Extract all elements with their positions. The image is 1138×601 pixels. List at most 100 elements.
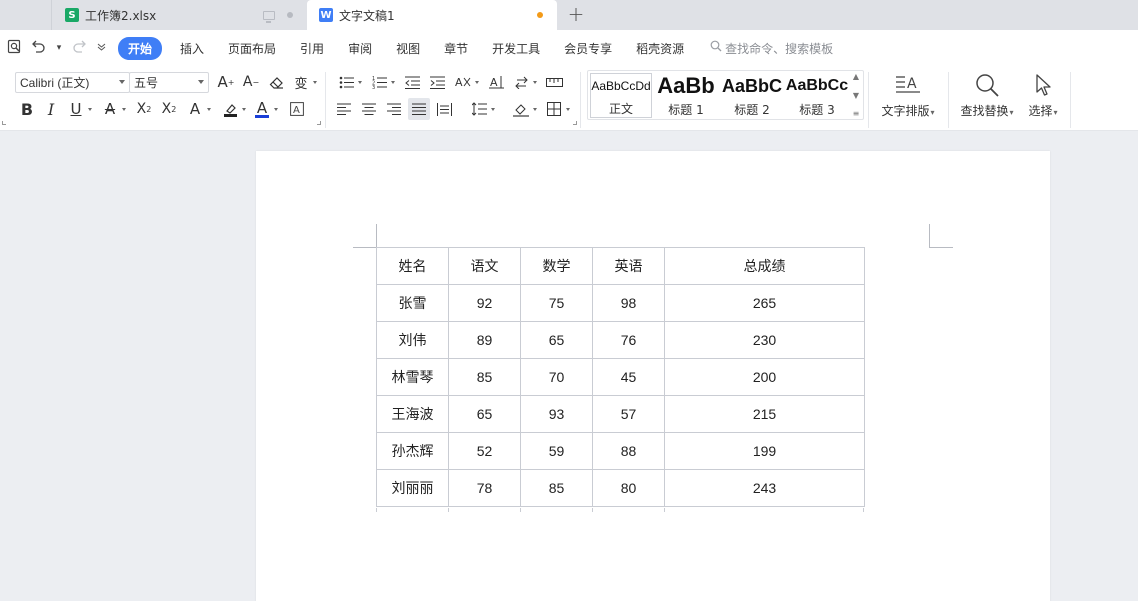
table-cell[interactable]: 刘伟 — [376, 321, 449, 359]
menu-review[interactable]: 审阅 — [348, 40, 372, 57]
header-cell-name[interactable]: 姓名 — [376, 247, 449, 285]
font-group-launcher-icon[interactable] — [317, 121, 321, 125]
style-normal[interactable]: AaBbCcDd 正文 — [590, 73, 652, 118]
menu-home[interactable]: 开始 — [118, 36, 163, 60]
align-right-icon[interactable] — [383, 98, 405, 120]
decrease-indent-icon[interactable] — [401, 71, 423, 93]
strikethrough-icon[interactable]: A — [99, 98, 126, 120]
italic-icon[interactable]: I — [40, 98, 62, 120]
numbered-list-icon[interactable]: 123 — [368, 71, 395, 93]
table-cell[interactable]: 65 — [448, 395, 521, 433]
clear-formatting-icon[interactable] — [265, 71, 287, 93]
increase-font-size-icon[interactable]: A + — [215, 71, 237, 93]
line-spacing-icon[interactable] — [468, 98, 495, 120]
font-name-select[interactable]: Calibri (正文) — [15, 72, 130, 93]
new-tab-button[interactable]: + — [566, 4, 586, 25]
font-size-select[interactable]: 五号 — [129, 72, 209, 93]
style-heading-2[interactable]: AaBbC 标题 2 — [720, 73, 784, 118]
document-canvas[interactable]: 姓名 语文 数学 英语 总成绩 张雪 92 75 98 265 刘伟 89 65 — [0, 131, 1138, 601]
table-cell[interactable]: 59 — [520, 432, 593, 470]
menu-insert[interactable]: 插入 — [180, 40, 204, 57]
tab-workbook[interactable]: S 工作簿2.xlsx — [52, 0, 307, 30]
menu-section[interactable]: 章节 — [444, 40, 468, 57]
undo-icon[interactable] — [28, 39, 48, 57]
table-cell[interactable]: 200 — [664, 358, 865, 396]
menu-resources[interactable]: 稻壳资源 — [636, 40, 684, 57]
table-cell[interactable]: 57 — [592, 395, 665, 433]
table-cell[interactable]: 230 — [664, 321, 865, 359]
table-cell[interactable]: 93 — [520, 395, 593, 433]
redo-icon[interactable] — [70, 39, 90, 57]
text-direction-icon[interactable]: A — [485, 71, 507, 93]
select-button[interactable]: 选择▾ — [1023, 70, 1063, 124]
bold-icon[interactable]: B — [16, 98, 38, 120]
table-cell[interactable]: 243 — [664, 469, 865, 507]
table-cell[interactable]: 刘丽丽 — [376, 469, 449, 507]
table-cell[interactable]: 王海波 — [376, 395, 449, 433]
highlight-color-icon[interactable] — [219, 98, 246, 120]
table-cell[interactable]: 88 — [592, 432, 665, 470]
table-cell[interactable]: 80 — [592, 469, 665, 507]
table-cell[interactable]: 45 — [592, 358, 665, 396]
menu-view[interactable]: 视图 — [396, 40, 420, 57]
table-cell[interactable]: 76 — [592, 321, 665, 359]
subscript-icon[interactable]: X2 — [158, 98, 180, 120]
shading-icon[interactable] — [510, 98, 537, 120]
justify-icon[interactable] — [408, 98, 430, 120]
table-cell[interactable]: 215 — [664, 395, 865, 433]
table-cell[interactable]: 70 — [520, 358, 593, 396]
superscript-icon[interactable]: X2 — [133, 98, 155, 120]
tab-bar-home-area[interactable] — [0, 0, 52, 30]
table-cell[interactable]: 张雪 — [376, 284, 449, 322]
align-center-icon[interactable] — [358, 98, 380, 120]
print-preview-icon[interactable] — [4, 39, 24, 58]
bullet-list-icon[interactable] — [335, 71, 362, 93]
menu-developer[interactable]: 开发工具 — [492, 40, 540, 57]
tab-document[interactable]: W 文字文稿1 — [307, 0, 557, 30]
paragraph-group-launcher-icon[interactable] — [573, 121, 577, 125]
chevron-up-icon[interactable]: ▲ — [853, 72, 859, 81]
command-search[interactable]: 查找命令、搜索模板 — [710, 40, 833, 57]
quick-access-dropdown-icon[interactable] — [94, 42, 108, 54]
table-cell[interactable]: 75 — [520, 284, 593, 322]
align-left-icon[interactable] — [333, 98, 355, 120]
underline-icon[interactable]: U — [65, 98, 92, 120]
table-cell[interactable]: 92 — [448, 284, 521, 322]
table-cell[interactable]: 98 — [592, 284, 665, 322]
font-color-icon[interactable]: A — [251, 98, 278, 120]
paragraph-direction-icon[interactable] — [510, 71, 537, 93]
table-cell[interactable]: 52 — [448, 432, 521, 470]
ruler-icon[interactable] — [543, 71, 565, 93]
table-cell[interactable]: 89 — [448, 321, 521, 359]
table-cell[interactable]: 65 — [520, 321, 593, 359]
score-table[interactable]: 姓名 语文 数学 英语 总成绩 张雪 92 75 98 265 刘伟 89 65 — [376, 247, 865, 507]
table-cell[interactable]: 85 — [520, 469, 593, 507]
style-heading-1[interactable]: AaBb 标题 1 — [654, 73, 718, 118]
find-replace-button[interactable]: 查找替换▾ — [955, 70, 1019, 124]
header-cell-total[interactable]: 总成绩 — [664, 247, 865, 285]
phonetic-guide-icon[interactable]: 变 — [290, 71, 317, 93]
header-cell-math[interactable]: 数学 — [520, 247, 593, 285]
unsaved-dot[interactable] — [537, 12, 543, 18]
increase-indent-icon[interactable] — [426, 71, 448, 93]
text-effects-icon[interactable]: A — [184, 98, 211, 120]
table-cell[interactable]: 78 — [448, 469, 521, 507]
distributed-align-icon[interactable] — [433, 98, 455, 120]
menu-page-layout[interactable]: 页面布局 — [228, 40, 276, 57]
chevron-down-icon[interactable]: ▼ — [853, 91, 859, 100]
character-border-icon[interactable]: A — [286, 98, 308, 120]
tab-status-dot[interactable] — [287, 12, 293, 18]
menu-member[interactable]: 会员专享 — [564, 40, 612, 57]
table-cell[interactable]: 孙杰辉 — [376, 432, 449, 470]
table-cell[interactable]: 林雪琴 — [376, 358, 449, 396]
header-cell-english[interactable]: 英语 — [592, 247, 665, 285]
decrease-font-size-icon[interactable]: A − — [240, 71, 262, 93]
table-cell[interactable]: 199 — [664, 432, 865, 470]
menu-references[interactable]: 引用 — [300, 40, 324, 57]
chinese-layout-icon[interactable]: A — [452, 71, 479, 93]
table-cell[interactable]: 85 — [448, 358, 521, 396]
text-layout-button[interactable]: A 文字排版▾ — [876, 70, 940, 124]
borders-icon[interactable] — [543, 98, 570, 120]
undo-dropdown-icon[interactable]: ▾ — [52, 43, 66, 53]
group-launcher-icon[interactable] — [2, 121, 6, 125]
